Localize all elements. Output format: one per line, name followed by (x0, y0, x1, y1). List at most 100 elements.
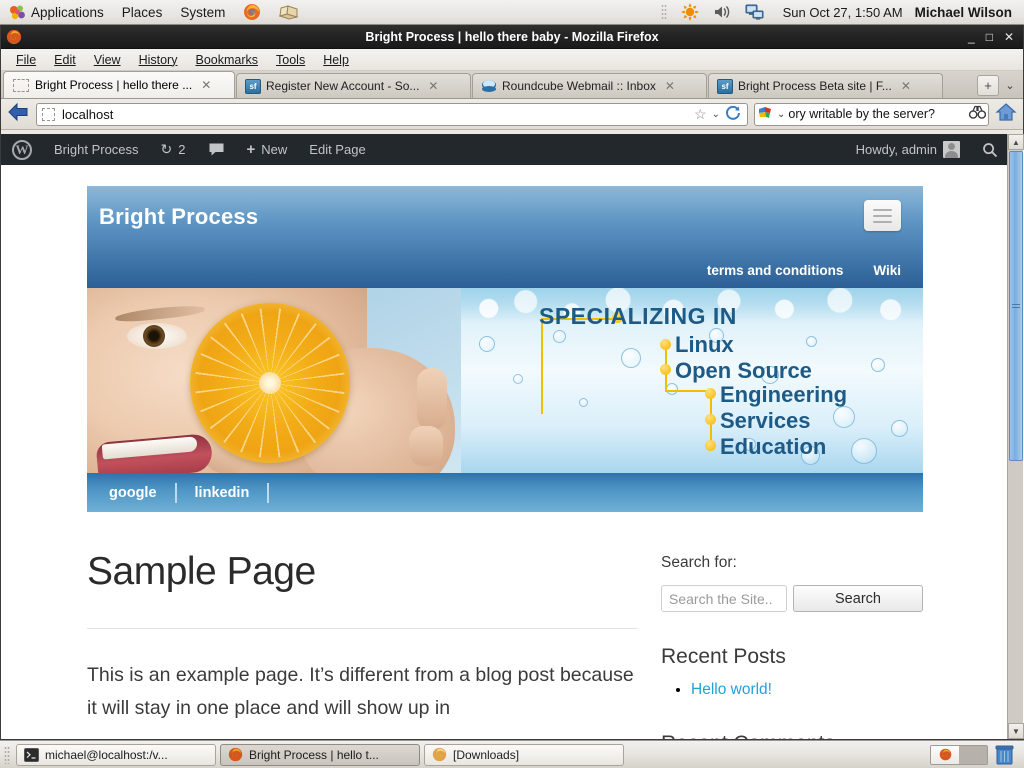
workspace-2[interactable] (959, 746, 987, 764)
new-label: New (261, 142, 287, 157)
menu-file[interactable]: File (7, 51, 45, 69)
panel-clock[interactable]: Sun Oct 27, 1:50 AM (773, 5, 913, 20)
panel-drag-grip[interactable] (661, 4, 667, 20)
search-submit-binoculars-icon[interactable] (969, 105, 986, 123)
sf-favicon: sf (245, 79, 261, 94)
bookmark-star-icon[interactable]: ☆ (694, 106, 707, 123)
avatar (943, 141, 960, 158)
social-link-google[interactable]: google (87, 483, 177, 503)
connector-line (541, 318, 543, 414)
search-bar[interactable]: ⌄ ory writable by the server? (754, 103, 989, 126)
url-bar[interactable]: localhost ☆ ⌄ (36, 103, 748, 126)
terminal-icon (24, 748, 39, 762)
search-button[interactable]: Search (793, 585, 923, 612)
workspace-switcher[interactable] (930, 745, 988, 765)
page-body-text: This is an example page. It’s different … (87, 659, 637, 725)
recent-comments-heading: Recent Comments (661, 732, 923, 739)
menu-edit[interactable]: Edit (45, 51, 85, 69)
minimize-button[interactable]: _ (968, 31, 975, 43)
firefox-window-icon (6, 29, 22, 45)
menu-help-label: Help (323, 53, 349, 67)
adminbar-comments[interactable] (197, 134, 236, 165)
google-search-icon[interactable] (757, 105, 774, 124)
social-nav: google linkedin (87, 473, 923, 512)
scrollbar-thumb[interactable] (1009, 151, 1023, 461)
places-menu[interactable]: Places (113, 0, 172, 25)
adminbar-edit-page[interactable]: Edit Page (298, 134, 376, 165)
close-button[interactable]: ✕ (1004, 31, 1014, 43)
social-link-linkedin[interactable]: linkedin (177, 483, 270, 503)
tab-3-close-icon[interactable]: ✕ (665, 79, 675, 93)
new-tab-button[interactable]: + (977, 75, 999, 96)
trash-icon[interactable] (995, 744, 1014, 765)
sidebar: Search for: Search the Site.. Search Rec… (661, 550, 923, 739)
hamburger-menu-icon[interactable] (864, 200, 901, 231)
help-book-launcher-icon[interactable] (270, 0, 307, 25)
banner-item-linux: Linux (675, 332, 734, 358)
taskbar-item-terminal[interactable]: michael@localhost:/v... (16, 744, 216, 766)
adminbar-new-content[interactable]: + New (236, 134, 299, 165)
tab-4-close-icon[interactable]: ✕ (901, 79, 911, 93)
home-button[interactable] (995, 102, 1017, 127)
volume-icon[interactable] (707, 0, 737, 25)
list-item: Hello world! (691, 681, 923, 699)
page-scrollbar[interactable]: ▲ ▼ (1007, 134, 1023, 739)
tab-list-chevron-down-icon[interactable]: ⌄ (1001, 79, 1019, 92)
nav-link-wiki[interactable]: Wiki (873, 263, 901, 278)
firefox-launcher-icon[interactable] (234, 0, 270, 25)
maximize-button[interactable]: □ (986, 31, 993, 43)
panel-user-menu[interactable]: Michael Wilson (915, 5, 1018, 20)
adminbar-updates[interactable]: ↻ 2 (150, 134, 197, 165)
firefox-navigation-toolbar: localhost ☆ ⌄ (1, 99, 1023, 130)
adminbar-search[interactable] (971, 134, 1009, 165)
system-menu[interactable]: System (171, 0, 234, 25)
tab-1-close-icon[interactable]: ✕ (201, 78, 211, 92)
browser-tab-3[interactable]: Roundcube Webmail :: Inbox ✕ (472, 73, 707, 98)
menu-bookmarks[interactable]: Bookmarks (186, 51, 267, 69)
site-title[interactable]: Bright Process (99, 204, 901, 230)
search-widget-label: Search for: (661, 554, 923, 572)
urlbar-chevron-down-icon[interactable]: ⌄ (712, 109, 720, 120)
tab-2-close-icon[interactable]: ✕ (428, 79, 438, 93)
adminbar-my-account[interactable]: Howdy, admin (845, 134, 971, 165)
menu-help[interactable]: Help (314, 51, 358, 69)
adminbar-right-group: Howdy, admin (845, 134, 1009, 165)
applications-menu[interactable]: Applications (0, 0, 113, 25)
adminbar-site-name[interactable]: Bright Process (43, 134, 150, 165)
firefox-titlebar[interactable]: Bright Process | hello there baby - Mozi… (1, 25, 1023, 49)
network-icon[interactable] (739, 0, 771, 25)
recent-post-link[interactable]: Hello world! (691, 681, 772, 698)
wp-logo-button[interactable]: W (1, 134, 43, 165)
firefox-menubar: File Edit View History Bookmarks Tools H… (1, 49, 1023, 71)
menu-tools[interactable]: Tools (267, 51, 314, 69)
firefox-icon (939, 748, 952, 761)
taskbar-item-firefox[interactable]: Bright Process | hello t... (220, 744, 420, 766)
browser-tab-4[interactable]: sf Bright Process Beta site | F... ✕ (708, 73, 943, 98)
menu-view[interactable]: View (85, 51, 130, 69)
browser-tab-2[interactable]: sf Register New Account - So... ✕ (236, 73, 471, 98)
reload-button[interactable] (725, 105, 741, 124)
menu-history-label: History (139, 53, 178, 67)
search-engine-chevron-down-icon[interactable]: ⌄ (777, 109, 785, 120)
menu-history[interactable]: History (130, 51, 187, 69)
search-input[interactable]: Search the Site.. (661, 585, 787, 612)
page-viewport: W Bright Process ↻ 2 + New Edit Page (1, 134, 1024, 739)
scroll-up-arrow-icon[interactable]: ▲ (1008, 134, 1024, 150)
scrollbar-grip (1012, 304, 1020, 309)
back-button[interactable] (7, 102, 30, 127)
tab-4-label: Bright Process Beta site | F... (738, 79, 892, 93)
menu-file-label: File (16, 53, 36, 67)
scroll-down-arrow-icon[interactable]: ▼ (1008, 723, 1024, 739)
site-container: Bright Process terms and conditions Wiki (87, 186, 923, 739)
browser-tab-1[interactable]: Bright Process | hello there ... ✕ (3, 71, 235, 98)
firefox-tabbar: Bright Process | hello there ... ✕ sf Re… (1, 71, 1023, 99)
places-menu-label: Places (122, 5, 163, 20)
taskbar-item-downloads[interactable]: [Downloads] (424, 744, 624, 766)
site-header: Bright Process terms and conditions Wiki (87, 186, 923, 288)
taskbar-drag-grip[interactable] (4, 746, 10, 764)
taskbar-item-label: [Downloads] (453, 748, 519, 762)
workspace-1[interactable] (931, 746, 959, 764)
bullet-dot (660, 364, 671, 375)
nav-link-terms[interactable]: terms and conditions (707, 263, 844, 278)
brightness-icon[interactable] (675, 0, 705, 25)
